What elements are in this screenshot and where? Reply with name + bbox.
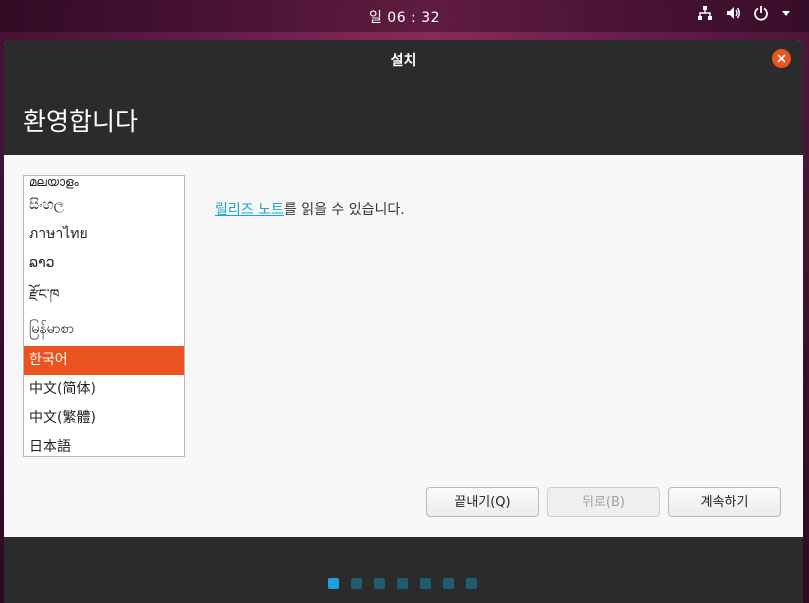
release-notes-link[interactable]: 릴리즈 노트 xyxy=(215,202,284,218)
language-item[interactable]: ภาษาไทย xyxy=(24,220,184,249)
network-icon[interactable] xyxy=(697,5,713,21)
release-notes-text: 릴리즈 노트를 읽을 수 있습니다. xyxy=(215,199,405,219)
language-item-selected[interactable]: 한국어 xyxy=(24,346,184,375)
installer-window: 설치 환영합니다 മലയാളം සිංහල ภาษาไทย ລາວ རྫོང་ཁ… xyxy=(4,40,803,603)
top-panel: 일 06 : 32 xyxy=(0,0,809,32)
header: 환영합니다 xyxy=(4,78,803,155)
close-icon xyxy=(777,54,786,63)
language-item[interactable]: 日本語 xyxy=(24,433,184,456)
language-item[interactable]: မြန်မာစာ xyxy=(24,312,184,346)
progress-dot xyxy=(466,578,477,589)
language-item[interactable]: རྫོང་ཁ xyxy=(24,278,184,312)
button-row: 끝내기(Q) 뒤로(B) 계속하기 xyxy=(4,487,803,519)
language-list[interactable]: മലയാളം සිංහල ภาษาไทย ລາວ རྫོང་ཁ မြန်မာစာ… xyxy=(23,175,185,457)
progress-dot-active xyxy=(328,578,339,589)
progress-dot xyxy=(443,578,454,589)
power-icon[interactable] xyxy=(753,5,769,21)
footer xyxy=(4,537,803,603)
back-button[interactable]: 뒤로(B) xyxy=(547,487,660,517)
page-title: 환영합니다 xyxy=(23,107,139,136)
language-item[interactable]: 中文(简体) xyxy=(24,375,184,404)
close-button[interactable] xyxy=(772,49,791,68)
language-item[interactable]: ລາວ xyxy=(24,249,184,278)
progress-dot xyxy=(420,578,431,589)
language-item[interactable]: සිංහල xyxy=(24,191,184,220)
system-tray[interactable] xyxy=(697,5,791,21)
chevron-down-icon[interactable] xyxy=(781,5,791,21)
volume-icon[interactable] xyxy=(725,5,741,21)
title-bar: 설치 xyxy=(4,40,803,78)
main-content: മലയാളം සිංහල ภาษาไทย ລາວ རྫོང་ཁ မြန်မာစာ… xyxy=(4,155,803,537)
progress-dot xyxy=(351,578,362,589)
progress-dot xyxy=(374,578,385,589)
clock[interactable]: 일 06 : 32 xyxy=(0,7,809,27)
language-item[interactable]: 中文(繁體) xyxy=(24,404,184,433)
release-notes-rest: 를 읽을 수 있습니다. xyxy=(283,202,405,218)
language-item[interactable]: മലയാളം xyxy=(24,176,184,191)
quit-button[interactable]: 끝내기(Q) xyxy=(426,487,539,517)
progress-dots xyxy=(328,578,477,589)
window-title: 설치 xyxy=(390,53,417,69)
continue-button[interactable]: 계속하기 xyxy=(668,487,781,517)
progress-dot xyxy=(397,578,408,589)
